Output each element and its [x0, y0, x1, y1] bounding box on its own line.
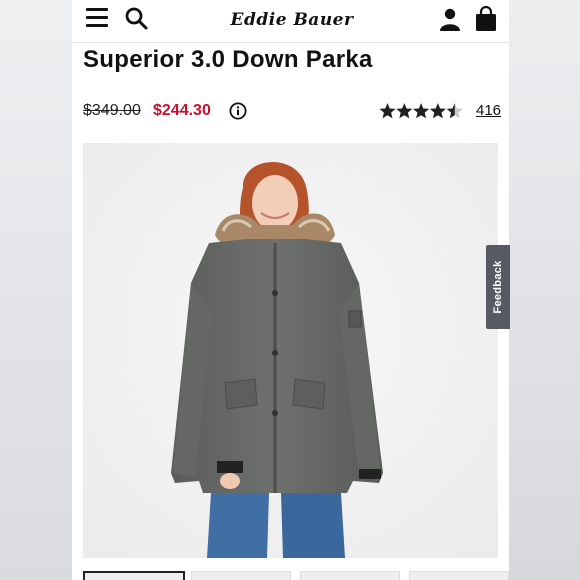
feedback-label: Feedback [492, 260, 504, 314]
info-circle-icon[interactable] [229, 102, 247, 120]
star-rating [379, 103, 463, 119]
shopping-bag-icon[interactable] [475, 6, 497, 32]
star-1-filled [379, 103, 396, 119]
parka-model-image [83, 143, 498, 558]
background-right [508, 0, 580, 580]
thumbnail-strip [83, 571, 509, 580]
thumbnail-1[interactable] [83, 571, 185, 580]
original-price: $349.00 [83, 102, 141, 119]
product-image[interactable] [83, 143, 498, 558]
background-left [0, 0, 72, 580]
mobile-page: Eddie Bauer Superior 3.0 Down Parka $349… [72, 0, 509, 580]
star-4-filled [429, 103, 446, 119]
thumbnail-3[interactable] [300, 571, 400, 580]
price-rating-row: $349.00 $244.30 416 [83, 100, 501, 124]
sale-price: $244.30 [153, 102, 211, 119]
product-title: Superior 3.0 Down Parka [83, 46, 373, 73]
star-2-filled [396, 103, 413, 119]
hamburger-menu-icon[interactable] [86, 8, 110, 30]
header-bar: Eddie Bauer [72, 0, 509, 43]
review-count-link[interactable]: 416 [476, 102, 501, 119]
star-3-filled [413, 103, 430, 119]
brand-logo[interactable]: Eddie Bauer [222, 8, 362, 32]
feedback-tab[interactable]: Feedback [486, 245, 510, 329]
search-icon[interactable] [124, 6, 148, 30]
thumbnail-2[interactable] [191, 571, 291, 580]
person-icon[interactable] [438, 7, 462, 31]
thumbnail-4[interactable] [409, 571, 509, 580]
